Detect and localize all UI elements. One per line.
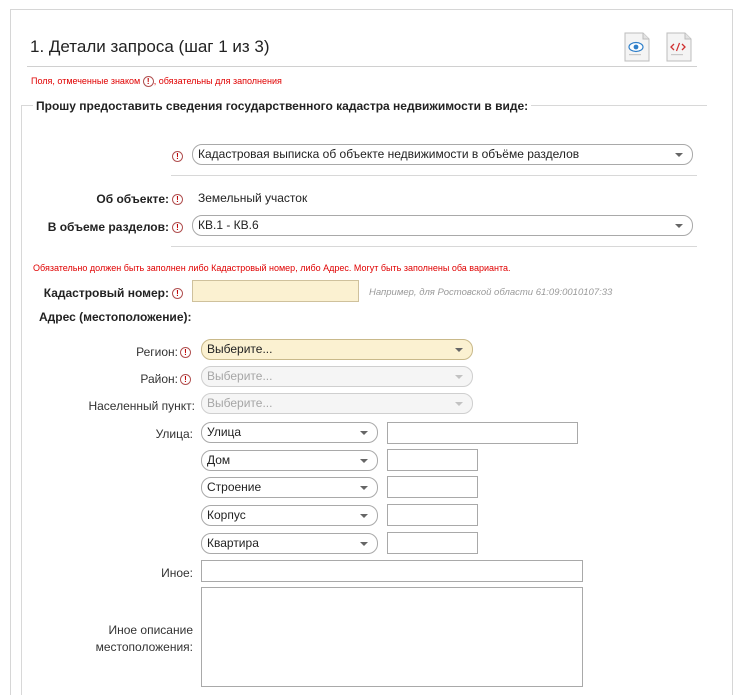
street-type-select[interactable]: Улица: [201, 422, 378, 443]
house-input[interactable]: [387, 449, 478, 471]
street-label: Улица:: [155, 427, 193, 441]
required-marker-icon: !: [172, 151, 183, 162]
apartment-type-value: Квартира: [207, 536, 259, 550]
house-type-select[interactable]: Дом: [201, 450, 378, 471]
required-marker-icon: !: [172, 222, 183, 233]
other-description-textarea[interactable]: [201, 587, 583, 687]
building-input[interactable]: [387, 476, 478, 498]
cadastral-number-label: Кадастровый номер:: [43, 286, 169, 300]
locality-value: Выберите...: [207, 396, 273, 410]
xml-code-icon[interactable]: [666, 32, 692, 62]
required-fields-note: Поля, отмеченные знаком !, обязательны д…: [31, 76, 282, 88]
locality-select[interactable]: Выберите...: [201, 393, 473, 414]
district-value: Выберите...: [207, 369, 273, 383]
object-value: Земельный участок: [198, 191, 308, 205]
street-type-value: Улица: [207, 425, 242, 439]
sections-value: КВ.1 - КВ.6: [198, 218, 259, 232]
cadastral-or-address-notice: Обязательно должен быть заполнен либо Ка…: [33, 263, 511, 273]
chevron-down-icon: [360, 486, 368, 490]
required-note-before: Поля, отмеченные знаком: [31, 76, 141, 86]
apartment-input[interactable]: [387, 532, 478, 554]
block-type-select[interactable]: Корпус: [201, 505, 378, 526]
chevron-down-icon: [360, 514, 368, 518]
street-input[interactable]: [387, 422, 578, 444]
page-title: 1. Детали запроса (шаг 1 из 3): [30, 37, 270, 56]
district-select[interactable]: Выберите...: [201, 366, 473, 387]
locality-label: Населенный пункт:: [88, 399, 195, 413]
header-divider: [27, 66, 697, 67]
divider: [171, 175, 697, 176]
chevron-down-icon: [455, 402, 463, 406]
building-type-value: Строение: [207, 480, 262, 494]
region-label: Регион:: [136, 345, 178, 359]
chevron-down-icon: [455, 348, 463, 352]
divider: [171, 246, 697, 247]
district-label: Район:: [140, 372, 178, 386]
other-label: Иное:: [161, 566, 193, 580]
other-description-label-line1: Иное описание: [108, 623, 194, 637]
required-marker-icon: !: [180, 347, 191, 358]
region-select[interactable]: Выберите...: [201, 339, 473, 360]
document-type-value: Кадастровая выписка об объекте недвижимо…: [198, 147, 580, 161]
sections-label: В объеме разделов:: [47, 220, 169, 234]
cadastral-number-input[interactable]: [192, 280, 359, 302]
chevron-down-icon: [360, 459, 368, 463]
cadastral-number-hint: Например, для Ростовской области 61:09:0…: [369, 287, 613, 298]
apartment-type-select[interactable]: Квартира: [201, 533, 378, 554]
required-note-after: , обязательны для заполнения: [153, 76, 282, 86]
section-legend: Прошу предоставить сведения государствен…: [33, 99, 532, 113]
required-marker-icon: !: [142, 76, 154, 88]
chevron-down-icon: [675, 153, 683, 157]
other-input[interactable]: [201, 560, 583, 582]
document-type-select[interactable]: Кадастровая выписка об объекте недвижимо…: [192, 144, 693, 165]
block-type-value: Корпус: [207, 508, 246, 522]
chevron-down-icon: [360, 431, 368, 435]
chevron-down-icon: [360, 542, 368, 546]
required-marker-icon: !: [180, 374, 191, 385]
building-type-select[interactable]: Строение: [201, 477, 378, 498]
chevron-down-icon: [675, 224, 683, 228]
house-type-value: Дом: [207, 453, 231, 467]
required-marker-icon: !: [172, 288, 183, 299]
other-description-label-line2: местоположения:: [95, 640, 193, 654]
sections-select[interactable]: КВ.1 - КВ.6: [192, 215, 693, 236]
chevron-down-icon: [455, 375, 463, 379]
region-value: Выберите...: [207, 342, 273, 356]
required-marker-icon: !: [172, 194, 183, 205]
preview-icon[interactable]: [624, 32, 650, 62]
address-heading: Адрес (местоположение):: [39, 310, 192, 324]
block-input[interactable]: [387, 504, 478, 526]
object-label: Об объекте:: [96, 192, 169, 206]
